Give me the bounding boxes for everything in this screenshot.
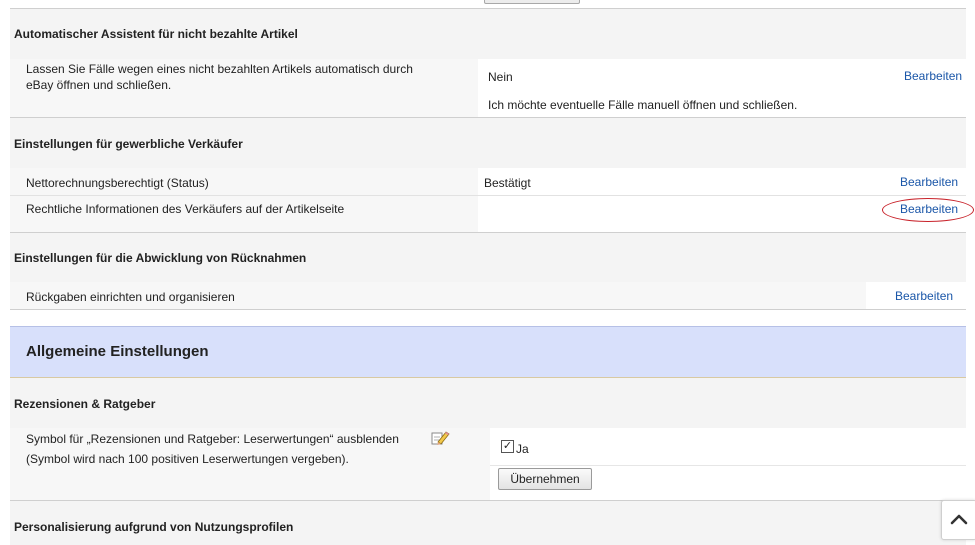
returns-edit-link[interactable]: Bearbeiten	[895, 289, 953, 303]
section-title-reviews: Rezensionen & Ratgeber	[14, 397, 156, 411]
divider	[10, 195, 966, 196]
hide-symbol-checkbox[interactable]: ✓	[501, 440, 514, 453]
unpaid-note: Ich möchte eventuelle Fälle manuell öffn…	[488, 98, 798, 112]
reviews-label-line1: Symbol für „Rezensionen und Ratgeber: Le…	[26, 432, 399, 446]
unpaid-label-line2: eBay öffnen und schließen.	[26, 78, 172, 92]
pencil-icon	[431, 431, 450, 445]
unpaid-label-line1: Lassen Sie Fälle wegen eines nicht bezah…	[26, 62, 413, 76]
checkbox-label: Ja	[516, 442, 529, 456]
returns-label: Rückgaben einrichten und organisieren	[26, 290, 235, 304]
unpaid-value: Nein	[488, 70, 513, 84]
business-row1-label: Nettorechnungsberechtigt (Status)	[26, 176, 209, 190]
section-title-unpaid: Automatischer Assistent für nicht bezahl…	[14, 27, 298, 41]
general-settings-title: Allgemeine Einstellungen	[26, 343, 209, 360]
business-row1-edit-link[interactable]: Bearbeiten	[900, 175, 958, 189]
business-row2-edit-link[interactable]: Bearbeiten	[900, 202, 958, 216]
business-row1-value: Bestätigt	[484, 176, 531, 190]
business-row2-label: Rechtliche Informationen des Verkäufers …	[26, 202, 345, 216]
divider	[490, 465, 966, 466]
scroll-to-top-button[interactable]	[941, 500, 975, 540]
section-title-returns: Einstellungen für die Abwicklung von Rüc…	[14, 251, 307, 265]
unpaid-edit-link[interactable]: Bearbeiten	[904, 69, 962, 83]
general-settings-header: Allgemeine Einstellungen	[10, 326, 966, 379]
apply-button[interactable]: Übernehmen	[498, 468, 592, 490]
section-title-personalization: Personalisierung aufgrund von Nutzungspr…	[14, 520, 294, 534]
divider	[10, 309, 966, 310]
section-title-business: Einstellungen für gewerbliche Verkäufer	[14, 137, 243, 151]
top-partial-button[interactable]	[484, 0, 580, 4]
chevron-up-icon	[950, 514, 968, 525]
reviews-label-line2: (Symbol wird nach 100 positiven Leserwer…	[26, 452, 349, 466]
